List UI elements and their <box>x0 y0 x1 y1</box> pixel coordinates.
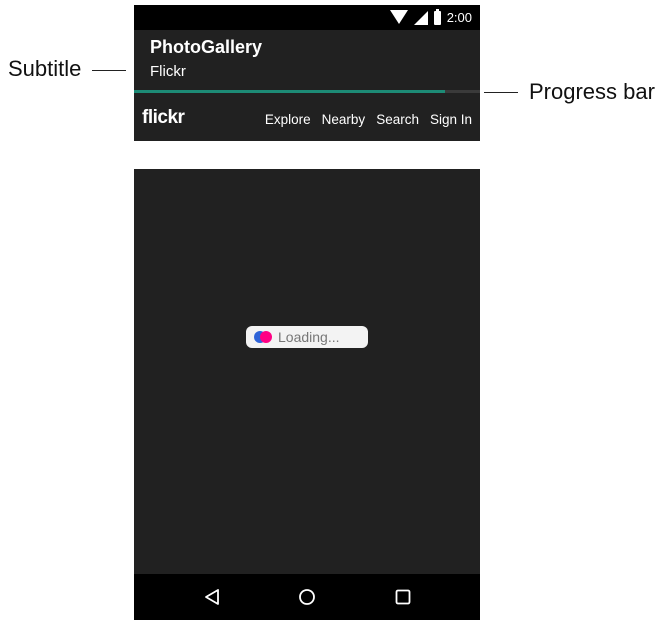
web-content: Loading... <box>134 169 480 574</box>
nav-link-nearby[interactable]: Nearby <box>322 112 366 127</box>
loading-indicator: Loading... <box>246 326 368 348</box>
progress-bar <box>134 90 480 93</box>
home-icon[interactable] <box>297 587 317 607</box>
app-title: PhotoGallery <box>150 37 263 57</box>
web-nav-bar: flickr Explore Nearby Search Sign In <box>134 99 480 141</box>
search-strip[interactable] <box>134 141 480 169</box>
subtitle-callout-line <box>92 70 126 71</box>
loading-text: Loading... <box>278 329 340 345</box>
pink-dot <box>260 331 272 343</box>
back-icon[interactable] <box>202 587 222 607</box>
status-icons: 2:00 <box>389 8 472 25</box>
signal-icon <box>413 10 428 25</box>
recent-apps-icon[interactable] <box>393 587 413 607</box>
loading-dots-icon <box>254 331 274 343</box>
progress-bar-fill <box>134 90 446 93</box>
phone-screen: 2:00 PhotoGallery Flickr flickr Explore … <box>134 5 480 620</box>
clock: 2:00 <box>446 10 472 25</box>
web-nav-links: Explore Nearby Search Sign In <box>265 112 472 127</box>
app-bar: PhotoGallery Flickr <box>134 30 480 91</box>
progress-bar-callout-label: Progress bar <box>529 79 655 104</box>
flickr-logo[interactable]: flickr <box>142 107 185 129</box>
nav-link-sign-in[interactable]: Sign In <box>430 112 472 127</box>
wifi-icon <box>389 10 408 24</box>
system-nav-bar <box>134 574 480 620</box>
nav-link-explore[interactable]: Explore <box>265 112 311 127</box>
app-subtitle: Flickr <box>150 63 186 80</box>
subtitle-callout-label: Subtitle <box>8 56 82 81</box>
progress-bar-callout-line <box>484 92 518 93</box>
battery-icon <box>433 8 441 25</box>
nav-link-search[interactable]: Search <box>376 112 419 127</box>
status-bar: 2:00 <box>134 5 480 30</box>
